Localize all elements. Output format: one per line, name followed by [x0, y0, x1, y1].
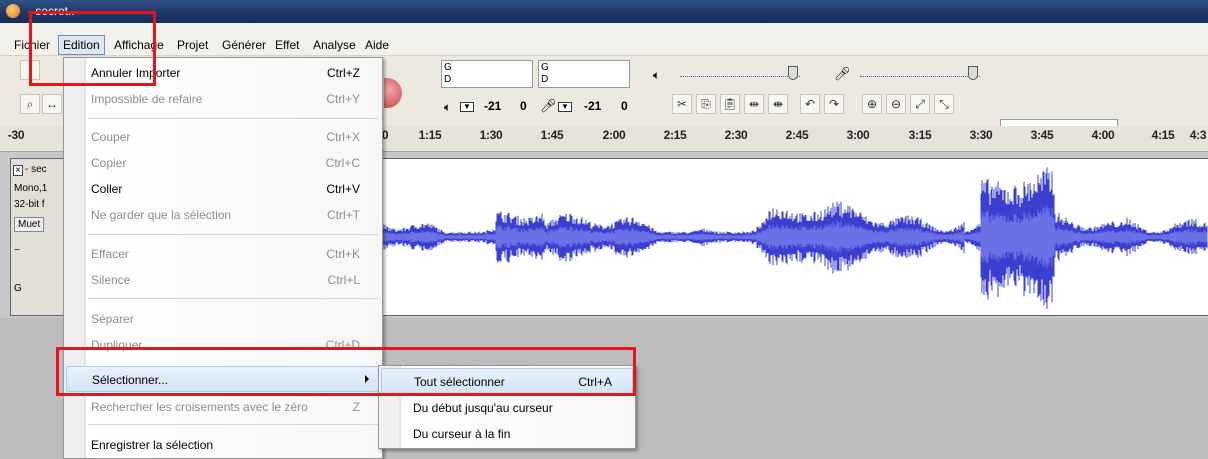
silence-icon[interactable]: ⇼ — [768, 94, 788, 114]
menu-item-select-all[interactable]: Tout sélectionner Ctrl+A — [381, 368, 633, 394]
fit-project-icon[interactable]: ⤡ — [934, 94, 954, 114]
ruler-tick: 3:15 — [908, 128, 932, 142]
timeshift-tool-icon[interactable]: ↔ — [42, 94, 62, 114]
ruler-tick: 2:30 — [724, 128, 748, 142]
redo-icon[interactable]: ↷ — [824, 94, 844, 114]
menu-separator — [88, 298, 378, 299]
close-icon[interactable]: × — [13, 165, 23, 176]
input-volume-slider[interactable] — [860, 76, 980, 77]
record-db-high: 0 — [621, 99, 628, 113]
title-bar: - secret.. — [0, 0, 1208, 23]
menu-item-select-cursor-to-end[interactable]: Du curseur à la fin — [381, 421, 633, 447]
window-title: - secret.. — [28, 4, 75, 18]
ruler-tick: 2:45 — [785, 128, 809, 142]
record-button-icon[interactable] — [384, 78, 402, 108]
output-volume-slider[interactable] — [680, 76, 800, 77]
menu-item-select[interactable]: Sélectionner... — [66, 366, 380, 392]
fit-selection-icon[interactable]: ⤢ — [910, 94, 930, 114]
input-volume-icon: 🎤︎ — [834, 66, 851, 81]
pan-label: G — [14, 283, 22, 294]
trim-icon[interactable]: ⇹ — [744, 94, 764, 114]
meter-dropdown-icon[interactable]: ▼ — [460, 102, 474, 112]
zoom-tool-icon[interactable]: ⌕ — [20, 94, 40, 114]
menu-separator — [88, 118, 378, 119]
speaker-icon[interactable]: 🔈︎ — [444, 100, 451, 115]
menu-aide[interactable]: Aide — [365, 38, 389, 52]
menu-item-split: Séparer — [91, 312, 134, 326]
menu-separator — [88, 424, 378, 425]
track-name[interactable]: - sec — [25, 164, 47, 175]
record-meter: G D — [538, 60, 630, 88]
menu-separator — [88, 234, 378, 235]
zoom-out-icon[interactable]: ⊖ — [886, 94, 906, 114]
zoom-in-icon[interactable]: ⊕ — [862, 94, 882, 114]
menu-generer[interactable]: Générer — [222, 38, 266, 52]
ruler-tick: 1:45 — [540, 128, 564, 142]
menu-item-trim: Ne garder que la sélection Ctrl+T — [91, 208, 360, 222]
microphone-icon[interactable]: 🎤︎ — [540, 98, 557, 114]
menu-item-silence: Silence Ctrl+L — [91, 273, 360, 287]
ruler-tick: 1:15 — [418, 128, 442, 142]
track-control-panel: × - sec Mono,1 32-bit f Muet − G — [10, 158, 64, 316]
submenu-arrow-icon — [365, 375, 369, 383]
ruler-tick: -30 — [7, 128, 25, 142]
select-submenu: Tout sélectionner Ctrl+A Du début jusqu'… — [378, 365, 636, 449]
menu-item-cut: Couper Ctrl+X — [91, 130, 360, 144]
audacity-icon — [6, 4, 20, 18]
menu-item-zero-crossings: Rechercher les croisements avec le zéro … — [91, 400, 360, 414]
track-info-format: 32-bit f — [14, 199, 45, 210]
output-volume-icon: 🔈︎ — [653, 68, 661, 82]
track-info-channels: Mono,1 — [14, 183, 48, 194]
input-volume-thumb[interactable] — [968, 66, 978, 80]
menu-item-undo[interactable]: Annuler Importer Ctrl+Z — [64, 60, 382, 86]
ruler-tick: 1:30 — [479, 128, 503, 142]
record-meter-dropdown-icon[interactable]: ▼ — [558, 102, 572, 112]
output-volume-thumb[interactable] — [788, 66, 798, 80]
ruler-tick: 3:45 — [1030, 128, 1054, 142]
record-db-low: -21 — [584, 99, 602, 113]
playback-meter: G D — [441, 60, 533, 88]
menu-item-delete: Effacer Ctrl+K — [91, 247, 360, 261]
menu-analyse[interactable]: Analyse — [313, 38, 356, 52]
copy-icon[interactable]: ⎘ — [696, 94, 716, 114]
frame-strip — [0, 23, 1208, 34]
menu-item-duplicate: Dupliquer Ctrl+D — [91, 338, 360, 352]
ruler-tick: 4:15 — [1151, 128, 1175, 142]
menu-projet[interactable]: Projet — [177, 38, 208, 52]
edit-menu: Annuler Importer Ctrl+Z Impossible de re… — [63, 57, 383, 459]
menu-item-save-selection[interactable]: Enregistrer la sélection — [64, 432, 382, 458]
ruler-tick: 2:15 — [663, 128, 687, 142]
gain-slider[interactable]: − — [14, 245, 20, 256]
menu-item-paste[interactable]: Coller Ctrl+V — [64, 176, 382, 202]
menu-edition[interactable]: Edition — [58, 35, 105, 55]
ruler-tick: 2:00 — [602, 128, 626, 142]
playback-db-high: 0 — [520, 99, 527, 113]
menu-affichage[interactable]: Affichage — [114, 38, 164, 52]
ruler-tick: 4:00 — [1091, 128, 1115, 142]
menu-fichier[interactable]: Fichier — [14, 38, 50, 52]
selection-tool-icon[interactable]: I — [20, 60, 40, 80]
menu-item-select-start-to-cursor[interactable]: Du début jusqu'au curseur — [381, 395, 633, 421]
mute-button[interactable]: Muet — [14, 217, 45, 232]
undo-icon[interactable]: ↶ — [800, 94, 820, 114]
menu-bar: Fichier Edition Affichage Projet Générer… — [0, 34, 1208, 56]
cut-icon[interactable]: ✂ — [672, 94, 692, 114]
paste-icon[interactable]: 📋︎ — [720, 94, 740, 114]
menu-item-copy: Copier Ctrl+C — [91, 156, 360, 170]
ruler-tick: 3:00 — [846, 128, 870, 142]
ruler-tick: 3:30 — [969, 128, 993, 142]
playback-db-low: -21 — [484, 99, 502, 113]
ruler-tick: 4:3 — [1189, 128, 1207, 142]
menu-item-redo: Impossible de refaire Ctrl+Y — [91, 92, 360, 106]
menu-effet[interactable]: Effet — [275, 38, 299, 52]
